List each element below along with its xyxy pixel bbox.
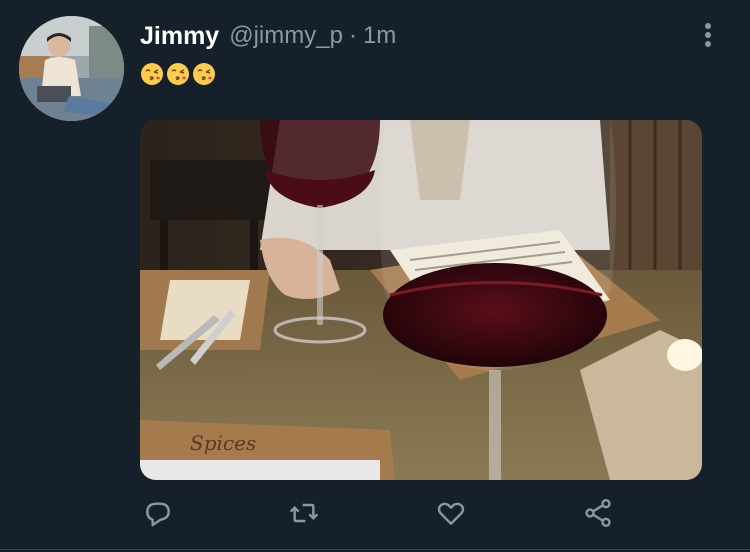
timestamp[interactable]: 1m bbox=[363, 22, 396, 50]
tweet[interactable]: Jimmy @jimmy_p · 1m Spices bbox=[0, 0, 750, 552]
tweet-text bbox=[140, 62, 216, 86]
tweet-header: Jimmy @jimmy_p · 1m bbox=[140, 20, 396, 52]
divider bbox=[0, 549, 750, 550]
tweet-photo[interactable]: Spices bbox=[140, 120, 702, 480]
avatar[interactable] bbox=[19, 16, 124, 121]
kissing-face-emoji bbox=[141, 63, 163, 85]
kissing-face-emoji bbox=[193, 63, 215, 85]
reply-button[interactable] bbox=[140, 495, 176, 531]
placemat-label: Spices bbox=[190, 431, 256, 455]
like-icon bbox=[437, 502, 465, 525]
user-handle[interactable]: @jimmy_p bbox=[229, 22, 343, 50]
reply-icon bbox=[146, 502, 170, 527]
share-button[interactable] bbox=[580, 495, 616, 531]
retweet-button[interactable] bbox=[286, 495, 322, 531]
retweet-icon bbox=[289, 503, 319, 523]
display-name[interactable]: Jimmy bbox=[140, 22, 219, 51]
separator: · bbox=[348, 22, 357, 49]
tweet-action-bar bbox=[140, 495, 620, 533]
like-button[interactable] bbox=[433, 495, 469, 531]
kissing-face-emoji bbox=[167, 63, 189, 85]
more-options-icon[interactable] bbox=[696, 20, 720, 50]
share-icon bbox=[585, 499, 611, 527]
